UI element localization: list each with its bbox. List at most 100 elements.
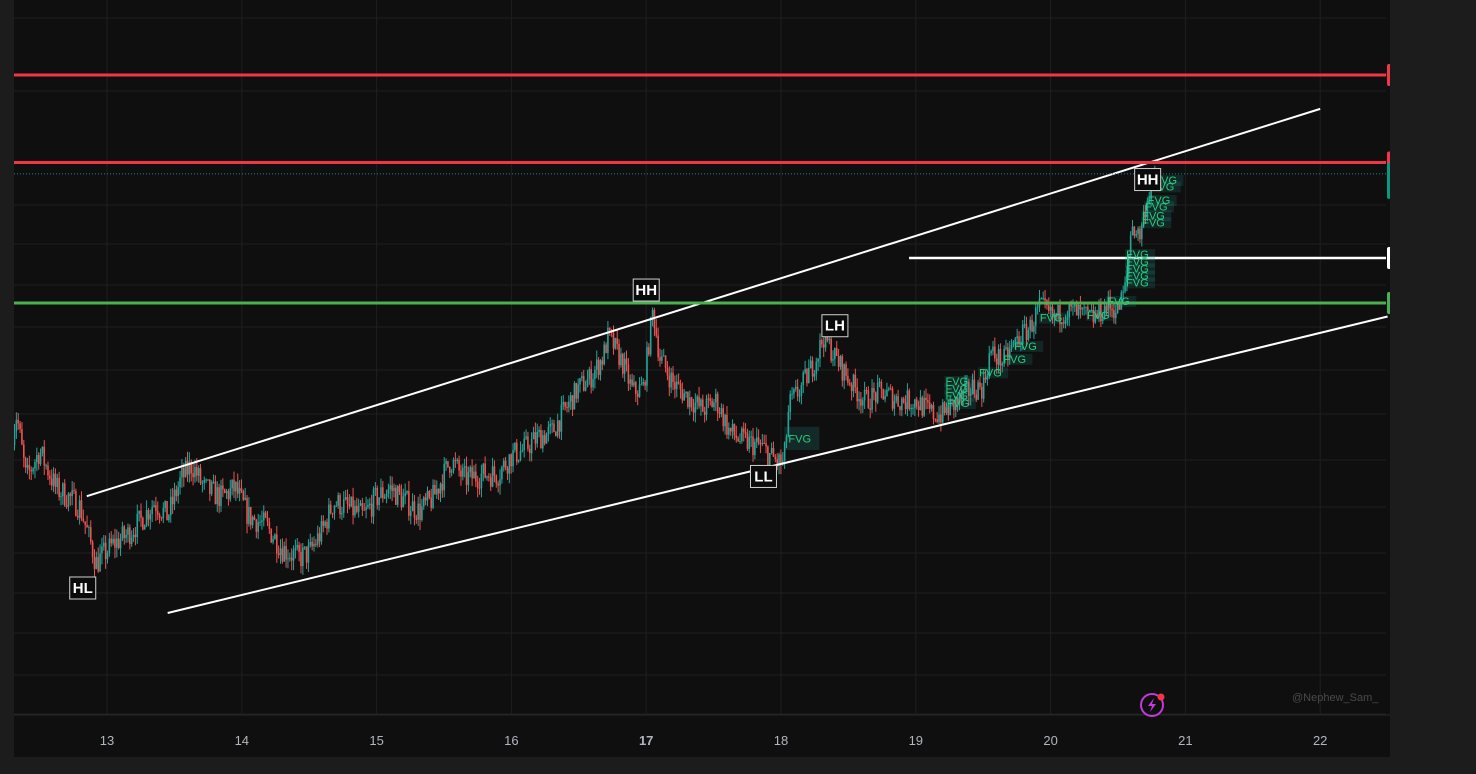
time-axis: 13 14 15 16 17 18 19 20 21 22 (100, 733, 1328, 748)
candle-body (992, 346, 994, 352)
candle-body (540, 429, 542, 449)
candle-body (865, 389, 868, 391)
candle-body (768, 453, 771, 466)
candle-body (493, 466, 496, 476)
candle-body (1074, 304, 1076, 307)
candle-body (979, 382, 981, 388)
candle-body (545, 433, 548, 444)
candle-body (912, 407, 914, 409)
candle-body (387, 489, 390, 495)
candle-body (411, 501, 414, 512)
candle-body (192, 473, 194, 478)
fvg-label: FVG (1107, 296, 1130, 308)
candle-body (248, 507, 250, 524)
candle-body (344, 497, 347, 500)
candle-body (1023, 324, 1026, 326)
candle-body (413, 501, 416, 518)
candle-body (755, 437, 758, 442)
candle-body (287, 558, 289, 560)
candle-body (715, 393, 717, 403)
candle-body (450, 471, 453, 473)
candle-body (404, 492, 406, 497)
candle-body (525, 436, 527, 439)
candle-body (707, 398, 710, 400)
candle-body (255, 519, 258, 532)
candle-body (863, 389, 866, 401)
fvg-label: FVG (947, 398, 970, 410)
candle-body (333, 505, 336, 514)
candle-body (346, 497, 349, 505)
candle-body (225, 491, 228, 493)
candle-body (763, 443, 765, 445)
candle-body (153, 505, 155, 508)
candle-body (1036, 306, 1039, 308)
candle-body (311, 541, 313, 547)
candle-body (307, 545, 310, 563)
candle-body (748, 437, 751, 449)
candle-body (649, 317, 652, 355)
candle-body (901, 398, 903, 411)
candle-body (227, 491, 230, 500)
candle-body (50, 478, 53, 486)
structure-label-ll: LL (754, 468, 772, 485)
candle-body (13, 431, 16, 446)
candle-body (902, 398, 905, 403)
level-tag-0.04644-bg (1387, 63, 1445, 86)
watermark: @Nephew_Sam_ (1292, 692, 1379, 704)
candle-body (475, 471, 477, 482)
time-tick-label: 14 (235, 733, 249, 748)
candle-body (1135, 234, 1138, 236)
candle-body (638, 384, 641, 397)
candle-body (703, 411, 706, 415)
candle-body (809, 360, 812, 369)
candle-body (590, 369, 592, 388)
current-price-tag-bg (1387, 162, 1445, 199)
candle-body (363, 509, 366, 511)
candle-body (28, 464, 31, 470)
candle-body (659, 357, 661, 361)
candle-body (930, 405, 933, 409)
candle-body (603, 344, 605, 365)
candle-body (151, 507, 153, 515)
candle-body (462, 467, 464, 477)
candle-body (491, 466, 494, 487)
candle-body (216, 487, 219, 505)
candle-body (402, 496, 405, 508)
candle-body (502, 460, 505, 468)
price-chart[interactable]: FVGFVGFVGFVGFVGFVGFVGFVGFVG FVGFVGFVGFVGF… (11, 0, 1445, 757)
candle-body (220, 485, 222, 506)
price-axis: 0.048000.046000.043000.042000.041000.040… (1387, 11, 1445, 722)
structure-label-hh: HH (1137, 172, 1159, 189)
candle-body (726, 414, 728, 435)
structure-label-hh: HH (635, 282, 657, 299)
candle-body (166, 501, 168, 521)
candle-body (315, 543, 317, 545)
candle-body (435, 488, 438, 495)
candle-body (374, 487, 377, 490)
candle-body (426, 491, 429, 501)
candle-body (194, 467, 196, 478)
candle-body (41, 446, 44, 453)
chart-frame: FVG FVG FVG FVG FVG FVG FVG FVG FVG FVG FVG FVG FVG F… (0, 0, 1476, 774)
candle-body (837, 356, 840, 367)
candle-body (571, 395, 574, 410)
candle-body (184, 460, 187, 477)
lightning-icon (1140, 693, 1165, 717)
candle-body (668, 375, 671, 388)
candle-body (32, 468, 34, 472)
candle-body (547, 426, 550, 434)
candle-body (517, 459, 520, 462)
candle-body (804, 369, 806, 373)
candle-body (839, 356, 842, 367)
candle-body (160, 517, 163, 519)
candle-body (889, 388, 892, 390)
level-tag-0.04057-bg (1387, 292, 1445, 315)
candle-body (82, 518, 85, 522)
candle-body (37, 455, 40, 464)
candle-body (199, 468, 202, 484)
candle-body (257, 522, 259, 532)
chart-pane[interactable]: FVG FVG FVG FVG FVG FVG FVG FVG FVG FVG FVG FVG FVG F… (11, 0, 1445, 757)
candle-body (599, 360, 602, 375)
notification-dot (1157, 693, 1165, 701)
candle-body (995, 358, 998, 365)
